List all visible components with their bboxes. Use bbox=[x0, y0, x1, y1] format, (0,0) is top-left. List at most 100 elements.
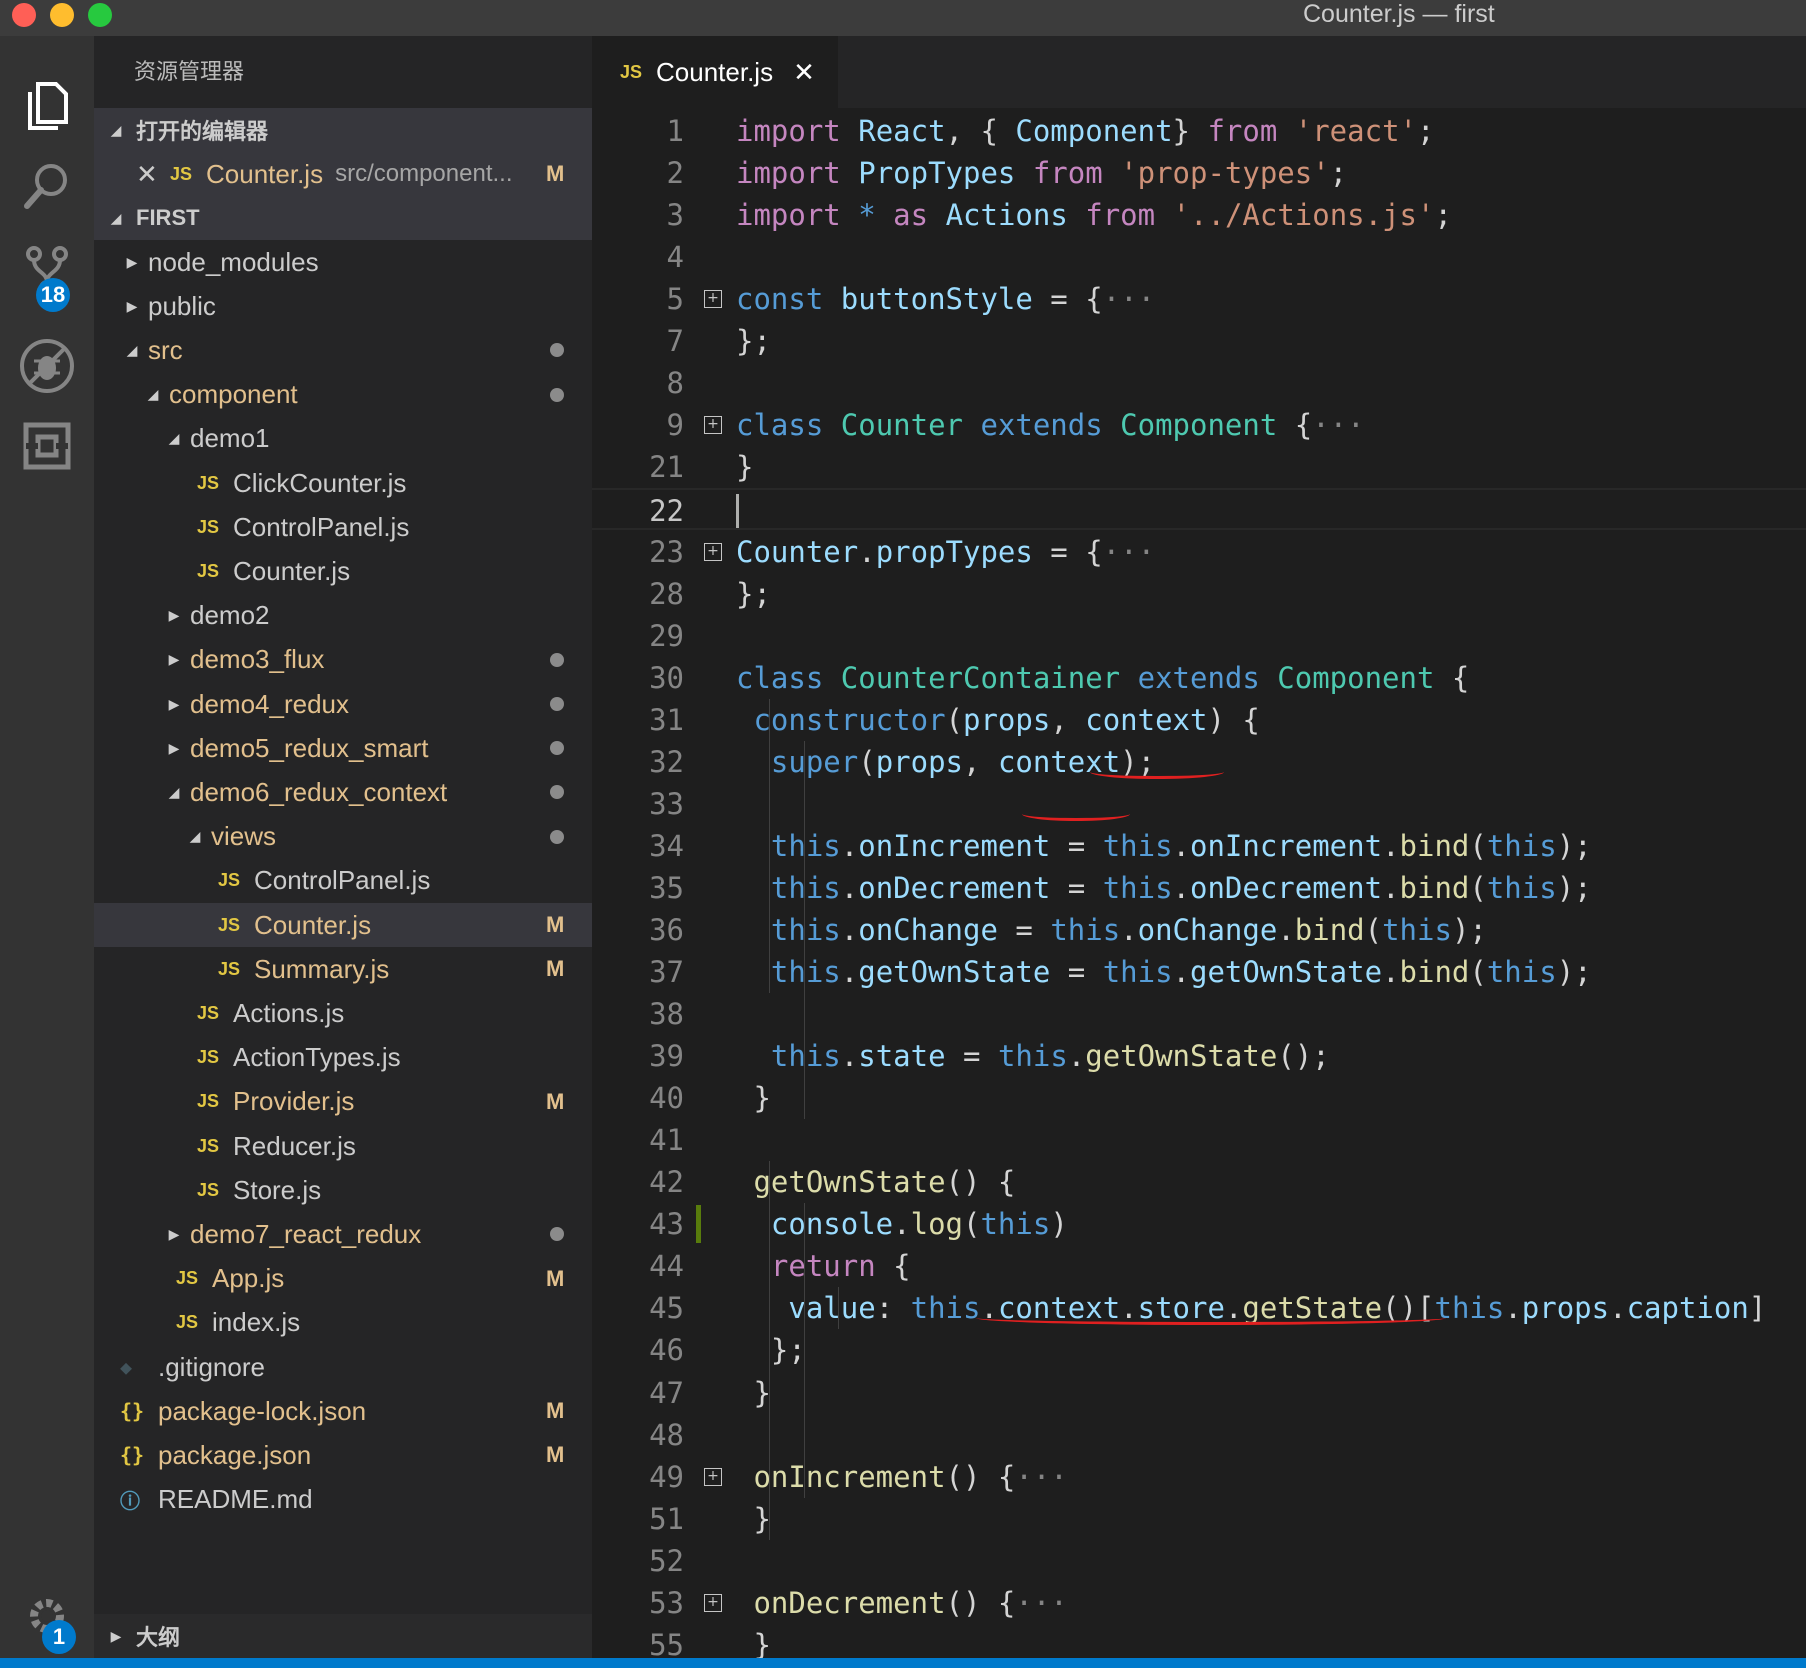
line-number: 48 bbox=[649, 1417, 684, 1452]
code-line[interactable]: 7}; bbox=[592, 320, 1806, 362]
code-line[interactable]: 39 this.state = this.getOwnState(); bbox=[592, 1035, 1806, 1077]
code-line[interactable]: 46 }; bbox=[592, 1329, 1806, 1371]
code-editor[interactable]: 1 import React, { Component} from 'react'… bbox=[592, 108, 1806, 1658]
code-line[interactable]: 2 import PropTypes from 'prop-types'; bbox=[592, 152, 1806, 194]
tab-counter-js[interactable]: JS Counter.js ✕ bbox=[592, 36, 838, 108]
chevron-right-icon: ▶ bbox=[126, 297, 138, 314]
tree-file[interactable]: JS Actions.js bbox=[94, 991, 592, 1035]
tree-folder[interactable]: ◢ demo1 bbox=[94, 417, 592, 461]
open-editor-item[interactable]: ✕ JS Counter.js src/component... M bbox=[94, 152, 592, 196]
tree-file[interactable]: JS ClickCounter.js bbox=[94, 461, 592, 505]
code-line[interactable]: 21} bbox=[592, 446, 1806, 488]
fold-expand-icon[interactable]: + bbox=[704, 290, 722, 309]
tree-item-label: component bbox=[169, 379, 298, 410]
maximize-window-button[interactable] bbox=[88, 3, 112, 27]
tree-item-label: Counter.js bbox=[254, 909, 372, 940]
code-line[interactable]: 38 bbox=[592, 993, 1806, 1035]
code-line[interactable]: 23 + Counter.propTypes = {··· bbox=[592, 531, 1806, 573]
indent-guide bbox=[838, 1287, 839, 1330]
scm-badge: 18 bbox=[36, 278, 70, 312]
code-line[interactable]: 49 + onIncrement() {··· bbox=[592, 1456, 1806, 1498]
tree-item-label: demo5_redux_smart bbox=[190, 732, 429, 763]
line-number: 34 bbox=[649, 828, 684, 863]
tree-folder[interactable]: ▶ demo4_redux bbox=[94, 682, 592, 726]
code-line[interactable]: 44 return { bbox=[592, 1245, 1806, 1287]
tree-item-label: views bbox=[211, 821, 277, 852]
tree-file[interactable]: JS index.js bbox=[94, 1301, 592, 1345]
tree-folder[interactable]: ◢ component bbox=[94, 373, 592, 417]
code-line[interactable]: 28}; bbox=[592, 573, 1806, 615]
code-line[interactable]: 4 bbox=[592, 236, 1806, 278]
explorer-icon[interactable] bbox=[0, 66, 94, 146]
code-line[interactable]: 36 this.onChange = this.onChange.bind(th… bbox=[592, 909, 1806, 951]
minimize-window-button[interactable] bbox=[50, 3, 74, 27]
js-file-icon: JS bbox=[197, 516, 220, 537]
tree-file[interactable]: JS Reducer.js bbox=[94, 1124, 592, 1168]
tree-folder[interactable]: ▶ public bbox=[94, 284, 592, 328]
fold-expand-icon[interactable]: + bbox=[704, 1467, 722, 1486]
code-line[interactable]: 41 bbox=[592, 1119, 1806, 1161]
tree-folder[interactable]: ▶ demo5_redux_smart bbox=[94, 726, 592, 770]
tree-folder[interactable]: ▶ demo7_react_redux bbox=[94, 1212, 592, 1256]
code-line[interactable]: 47 } bbox=[592, 1372, 1806, 1414]
code-line[interactable]: 53 + onDecrement() {··· bbox=[592, 1582, 1806, 1624]
tree-folder[interactable]: ▶ demo3_flux bbox=[94, 638, 592, 682]
project-section[interactable]: ◢ FIRST bbox=[94, 196, 592, 240]
tree-folder[interactable]: ◢ demo6_redux_context bbox=[94, 770, 592, 814]
tree-item-label: Actions.js bbox=[233, 997, 345, 1028]
fold-expand-icon[interactable]: + bbox=[704, 1593, 722, 1612]
tree-file[interactable]: JS Summary.js M bbox=[94, 947, 592, 991]
tree-file[interactable]: {} package-lock.json M bbox=[94, 1389, 592, 1433]
code-line[interactable]: 33 bbox=[592, 783, 1806, 825]
tree-file[interactable]: ◆ .gitignore bbox=[94, 1345, 592, 1389]
editor-tabs: JS Counter.js ✕ bbox=[592, 36, 1806, 108]
code-line[interactable]: 9 + class Counter extends Component {··· bbox=[592, 404, 1806, 446]
outline-section[interactable]: ▶ 大纲 bbox=[94, 1614, 592, 1658]
code-text: class Counter extends Component {··· bbox=[736, 408, 1365, 443]
code-line[interactable]: 48 bbox=[592, 1414, 1806, 1456]
js-file-icon: JS bbox=[218, 958, 241, 979]
tree-folder[interactable]: ▶ node_modules bbox=[94, 240, 592, 284]
tree-file[interactable]: JS Counter.js bbox=[94, 549, 592, 593]
code-line[interactable]: 55 } bbox=[592, 1624, 1806, 1658]
code-line[interactable]: 30 class CounterContainer extends Compone… bbox=[592, 657, 1806, 699]
code-line[interactable]: 35 this.onDecrement = this.onDecrement.b… bbox=[592, 867, 1806, 909]
code-line[interactable]: 40 } bbox=[592, 1077, 1806, 1119]
code-line[interactable]: 8 bbox=[592, 362, 1806, 404]
tree-file[interactable]: JS Counter.js M bbox=[94, 903, 592, 947]
tree-file[interactable]: JS ActionTypes.js bbox=[94, 1036, 592, 1080]
code-line[interactable]: 42 getOwnState() { bbox=[592, 1161, 1806, 1203]
close-window-button[interactable] bbox=[12, 3, 36, 27]
code-line[interactable]: 34 this.onIncrement = this.onIncrement.b… bbox=[592, 825, 1806, 867]
code-line[interactable]: 22 bbox=[592, 488, 1806, 531]
tree-file[interactable]: ⓘ README.md bbox=[94, 1478, 592, 1522]
fold-expand-icon[interactable]: + bbox=[704, 542, 722, 561]
tree-file[interactable]: {} package.json M bbox=[94, 1433, 592, 1477]
tree-file[interactable]: JS ControlPanel.js bbox=[94, 859, 592, 903]
extensions-icon[interactable] bbox=[0, 406, 94, 486]
tree-file[interactable]: JS Store.js bbox=[94, 1168, 592, 1212]
tree-file[interactable]: JS Provider.js M bbox=[94, 1080, 592, 1124]
search-icon[interactable] bbox=[0, 146, 94, 226]
open-editors-section[interactable]: ◢ 打开的编辑器 bbox=[94, 108, 592, 152]
code-line[interactable]: 37 this.getOwnState = this.getOwnState.b… bbox=[592, 951, 1806, 993]
source-control-icon[interactable]: 18 bbox=[0, 232, 94, 312]
code-line[interactable]: 31 constructor(props, context) { bbox=[592, 699, 1806, 741]
settings-gear-icon[interactable]: 1 bbox=[0, 1576, 94, 1656]
code-line[interactable]: 5 + const buttonStyle = {··· bbox=[592, 278, 1806, 320]
debug-icon[interactable] bbox=[0, 326, 94, 406]
code-line[interactable]: 3 import * as Actions from '../Actions.js… bbox=[592, 194, 1806, 236]
close-tab-icon[interactable]: ✕ bbox=[793, 57, 815, 88]
close-icon[interactable]: ✕ bbox=[136, 159, 170, 190]
code-line[interactable]: 43 console.log(this) bbox=[592, 1203, 1806, 1245]
code-line[interactable]: 29 bbox=[592, 615, 1806, 657]
tree-file[interactable]: JS App.js M bbox=[94, 1257, 592, 1301]
tree-file[interactable]: JS ControlPanel.js bbox=[94, 505, 592, 549]
tree-folder[interactable]: ▶ demo2 bbox=[94, 594, 592, 638]
code-line[interactable]: 51 } bbox=[592, 1498, 1806, 1540]
tree-folder[interactable]: ◢ views bbox=[94, 815, 592, 859]
fold-expand-icon[interactable]: + bbox=[704, 416, 722, 435]
code-line[interactable]: 1 import React, { Component} from 'react'… bbox=[592, 110, 1806, 152]
code-line[interactable]: 52 bbox=[592, 1540, 1806, 1582]
tree-folder[interactable]: ◢ src bbox=[94, 328, 592, 372]
